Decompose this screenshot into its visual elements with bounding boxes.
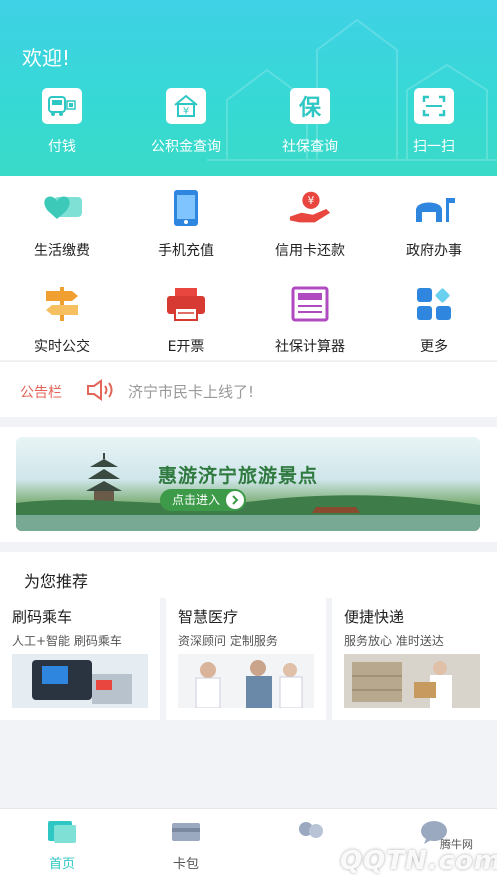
service-label: 更多 xyxy=(420,339,448,355)
service-government[interactable]: 政府办事 xyxy=(372,188,496,260)
recommend-section: 为您推荐 刷码乘车 人工+智能 刷码乘车 智慧医疗 资深顾问 定制服务 便捷快递… xyxy=(0,552,497,720)
card-image-turnstile xyxy=(12,654,148,708)
service-label: 生活缴费 xyxy=(34,243,90,259)
card-title: 智慧医疗 xyxy=(178,608,239,626)
notice-bar[interactable]: 公告栏 济宁市民卡上线了! xyxy=(0,361,497,417)
service-label: 手机充值 xyxy=(158,243,214,259)
heart-card-icon xyxy=(40,188,84,228)
card-subtitle: 资深顾问 定制服务 xyxy=(178,634,278,648)
government-icon xyxy=(412,188,456,228)
service-life-payment[interactable]: 生活缴费 xyxy=(0,188,124,260)
service-label: 信用卡还款 xyxy=(275,243,345,259)
service-phone-topup[interactable]: 手机充值 xyxy=(124,188,248,260)
welcome-text: 欢迎! xyxy=(22,46,71,70)
quick-label: 社保查询 xyxy=(282,139,338,155)
banner-enter-button[interactable]: 点击进入 xyxy=(160,489,247,511)
quick-label: 扫一扫 xyxy=(413,139,455,155)
header: 欢迎! 付钱 ¥ 公积金查询 保 社保查询 扫一扫 xyxy=(0,0,497,176)
quick-pay[interactable]: 付钱 xyxy=(2,88,122,156)
notice-title: 公告栏 xyxy=(20,385,62,401)
service-grid: 生活缴费 手机充值 ¥ 信用卡还款 政府办事 实时公交 E开票 社保计算器 更多 xyxy=(0,176,497,360)
watermark: QQTN.com 腾牛网 xyxy=(300,836,497,883)
card-image-warehouse xyxy=(344,654,480,708)
banner-button-label: 点击进入 xyxy=(172,493,221,507)
card-image-doctors xyxy=(178,654,314,708)
tab-home[interactable]: 首页 xyxy=(0,819,124,872)
tourism-banner[interactable]: 惠游济宁旅游景点 点击进入 xyxy=(16,437,480,531)
watermark-brand: QQTN.com xyxy=(340,846,497,876)
bus-qr-icon xyxy=(42,88,82,124)
bao-icon: 保 xyxy=(290,88,330,124)
watermark-sub: 腾牛网 xyxy=(440,838,473,851)
quick-social-query[interactable]: 保 社保查询 xyxy=(250,88,370,156)
service-label: 社保计算器 xyxy=(275,339,345,355)
quick-scan[interactable]: 扫一扫 xyxy=(374,88,494,156)
phone-icon xyxy=(164,188,208,228)
service-e-invoice[interactable]: E开票 xyxy=(124,284,248,356)
wallet-icon xyxy=(170,819,202,845)
card-express[interactable]: 便捷快递 服务放心 准时送达 xyxy=(332,598,492,720)
service-label: 实时公交 xyxy=(34,339,90,355)
service-realtime-bus[interactable]: 实时公交 xyxy=(0,284,124,356)
card-bus-ride[interactable]: 刷码乘车 人工+智能 刷码乘车 xyxy=(0,598,160,720)
service-label: 政府办事 xyxy=(406,243,462,259)
banner-section: 惠游济宁旅游景点 点击进入 xyxy=(0,427,497,542)
home-card-icon xyxy=(46,819,78,845)
card-title: 刷码乘车 xyxy=(12,608,73,626)
tab-label: 首页 xyxy=(48,857,75,872)
notice-text: 济宁市民卡上线了! xyxy=(128,383,255,401)
house-yuan-icon: ¥ xyxy=(166,88,206,124)
chevron-right-icon xyxy=(226,491,245,509)
card-subtitle: 人工+智能 刷码乘车 xyxy=(12,634,122,648)
recommend-title: 为您推荐 xyxy=(24,572,89,591)
tab-label: 卡包 xyxy=(172,857,199,872)
service-social-calculator[interactable]: 社保计算器 xyxy=(248,284,372,356)
card-divider xyxy=(160,598,166,720)
hand-coin-icon: ¥ xyxy=(288,188,332,228)
svg-text:¥: ¥ xyxy=(308,195,315,207)
service-credit-repay[interactable]: ¥ 信用卡还款 xyxy=(248,188,372,260)
card-title: 便捷快递 xyxy=(344,608,405,626)
printer-icon xyxy=(164,284,208,324)
service-label: E开票 xyxy=(167,339,205,355)
lake-scenery xyxy=(16,495,480,531)
service-more[interactable]: 更多 xyxy=(372,284,496,356)
banner-title: 惠游济宁旅游景点 xyxy=(158,465,319,487)
quick-label: 付钱 xyxy=(48,139,76,155)
svg-text:¥: ¥ xyxy=(183,106,189,117)
card-smart-medical[interactable]: 智慧医疗 资深顾问 定制服务 xyxy=(166,598,326,720)
scan-icon xyxy=(414,88,454,124)
card-divider xyxy=(326,598,332,720)
signpost-icon xyxy=(40,284,84,324)
quick-fund-query[interactable]: ¥ 公积金查询 xyxy=(126,88,246,156)
more-grid-icon xyxy=(412,284,456,324)
speaker-icon xyxy=(86,379,116,405)
calculator-icon xyxy=(288,284,332,324)
card-subtitle: 服务放心 准时送达 xyxy=(344,634,444,648)
quick-label: 公积金查询 xyxy=(151,139,221,155)
tab-card-wallet[interactable]: 卡包 xyxy=(124,819,248,872)
